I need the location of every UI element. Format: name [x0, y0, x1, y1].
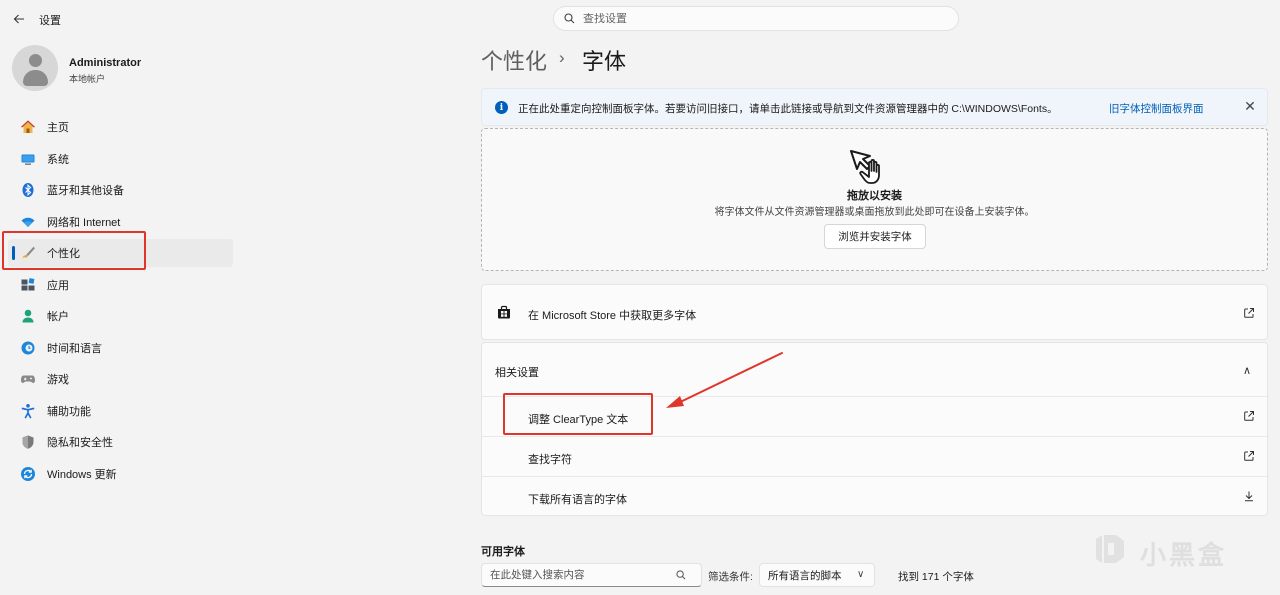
breadcrumb-separator: ›: [559, 48, 565, 67]
page-title: 字体: [582, 49, 627, 74]
annotation-highlight-box: [503, 393, 653, 435]
avatar-head-shape: [29, 54, 42, 67]
sidebar-item-bluetooth[interactable]: 蓝牙和其他设备: [8, 176, 233, 204]
drop-zone-title: 拖放以安装: [847, 190, 902, 202]
sidebar-item-label: 主页: [47, 122, 69, 134]
sidebar-item-accounts[interactable]: 帐户: [8, 302, 233, 330]
watermark-text: 小黑盒: [1140, 540, 1228, 570]
annotation-highlight-box: [2, 231, 146, 270]
bluetooth-icon: [20, 182, 36, 198]
sidebar-item-time-language[interactable]: 时间和语言: [8, 334, 233, 362]
avatar-body-shape: [23, 70, 48, 86]
browse-install-fonts-button[interactable]: 浏览并安装字体: [824, 224, 926, 249]
font-count-text: 找到 171 个字体: [898, 571, 974, 583]
character-map-label: 查找字符: [528, 454, 572, 466]
filter-label: 筛选条件:: [708, 571, 753, 583]
windows-update-icon: [20, 466, 36, 482]
shield-icon: [20, 434, 36, 450]
xiaoheihe-watermark-logo: 小黑盒: [1088, 527, 1248, 575]
apps-icon: [20, 277, 36, 293]
external-link-icon: [1244, 308, 1254, 318]
back-arrow-icon: [13, 14, 24, 24]
font-search-input[interactable]: [490, 569, 676, 581]
sidebar-item-label: 蓝牙和其他设备: [47, 185, 124, 197]
filter-selected-value: 所有语言的脚本: [768, 569, 842, 582]
info-banner-text: 正在此处重定向控制面板字体。若要访问旧接口，请单击此链接或导航到文件资源管理器中…: [518, 103, 1058, 115]
annotation-arrow: [666, 352, 783, 408]
sidebar-item-system[interactable]: 系统: [8, 145, 233, 173]
info-icon: i: [495, 101, 508, 114]
store-icon: [498, 305, 510, 319]
available-fonts-title: 可用字体: [481, 546, 525, 558]
breadcrumb-parent[interactable]: 个性化: [481, 44, 547, 76]
sidebar-item-apps[interactable]: 应用: [8, 271, 233, 299]
chevron-down-icon: ∨: [857, 569, 865, 580]
chevron-up-icon[interactable]: ∧: [1243, 364, 1251, 377]
download-icon: [1245, 491, 1253, 502]
script-filter-dropdown[interactable]: 所有语言的脚本 ∨: [759, 563, 875, 587]
download-all-language-fonts-row[interactable]: 下载所有语言的字体: [482, 476, 1269, 516]
wifi-icon: [20, 214, 36, 230]
related-settings-title: 相关设置: [495, 367, 539, 379]
sidebar-item-gaming[interactable]: 游戏: [8, 365, 233, 393]
download-fonts-label: 下载所有语言的字体: [528, 494, 627, 506]
search-icon: [676, 570, 686, 580]
sidebar-item-label: 系统: [47, 154, 69, 166]
sidebar-item-label: 应用: [47, 280, 69, 292]
legacy-fonts-control-panel-link[interactable]: 旧字体控制面板界面: [1109, 101, 1204, 116]
microsoft-store-fonts-card[interactable]: 在 Microsoft Store 中获取更多字体: [481, 284, 1268, 340]
gaming-icon: [20, 371, 36, 387]
font-drop-zone[interactable]: 拖放以安装 将字体文件从文件资源管理器或桌面拖放到此处即可在设备上安装字体。 浏…: [481, 128, 1268, 271]
close-icon[interactable]: ✕: [1242, 98, 1258, 115]
drop-zone-subtitle: 将字体文件从文件资源管理器或桌面拖放到此处即可在设备上安装字体。: [714, 207, 1035, 218]
sidebar-item-label: 帐户: [47, 311, 69, 323]
sidebar-item-label: 游戏: [47, 374, 69, 386]
external-link-icon: [1244, 411, 1254, 421]
font-search-box[interactable]: [481, 563, 702, 587]
drag-drop-hand-icon: [850, 150, 880, 184]
sidebar-item-windows-update[interactable]: Windows 更新: [8, 460, 233, 488]
accessibility-icon: [20, 403, 36, 419]
settings-search-box[interactable]: [553, 6, 959, 31]
system-icon: [20, 151, 36, 167]
search-icon: [564, 13, 575, 24]
sidebar-item-home[interactable]: 主页: [8, 113, 233, 141]
external-link-icon: [1244, 451, 1254, 461]
character-map-row[interactable]: 查找字符: [482, 436, 1269, 476]
sidebar-item-label: 网络和 Internet: [47, 217, 121, 229]
account-icon: [20, 308, 36, 324]
settings-search-input[interactable]: [583, 12, 943, 25]
sidebar-item-label: Windows 更新: [47, 469, 117, 481]
avatar[interactable]: [12, 45, 58, 91]
sidebar-item-label: 隐私和安全性: [47, 437, 113, 449]
watermark-logo-icon: [1096, 535, 1124, 563]
time-language-icon: [20, 340, 36, 356]
back-button[interactable]: [8, 8, 30, 30]
sidebar-item-accessibility[interactable]: 辅助功能: [8, 397, 233, 425]
sidebar-item-label: 辅助功能: [47, 406, 91, 418]
user-account-type: 本地帐户: [69, 74, 106, 84]
home-icon: [20, 119, 36, 135]
info-banner: i 正在此处重定向控制面板字体。若要访问旧接口，请单击此链接或导航到文件资源管理…: [481, 88, 1268, 126]
sidebar-item-label: 时间和语言: [47, 343, 102, 355]
sidebar-item-privacy[interactable]: 隐私和安全性: [8, 428, 233, 456]
app-title: 设置: [39, 15, 61, 27]
user-name: Administrator: [69, 57, 142, 69]
store-card-label: 在 Microsoft Store 中获取更多字体: [528, 310, 697, 322]
